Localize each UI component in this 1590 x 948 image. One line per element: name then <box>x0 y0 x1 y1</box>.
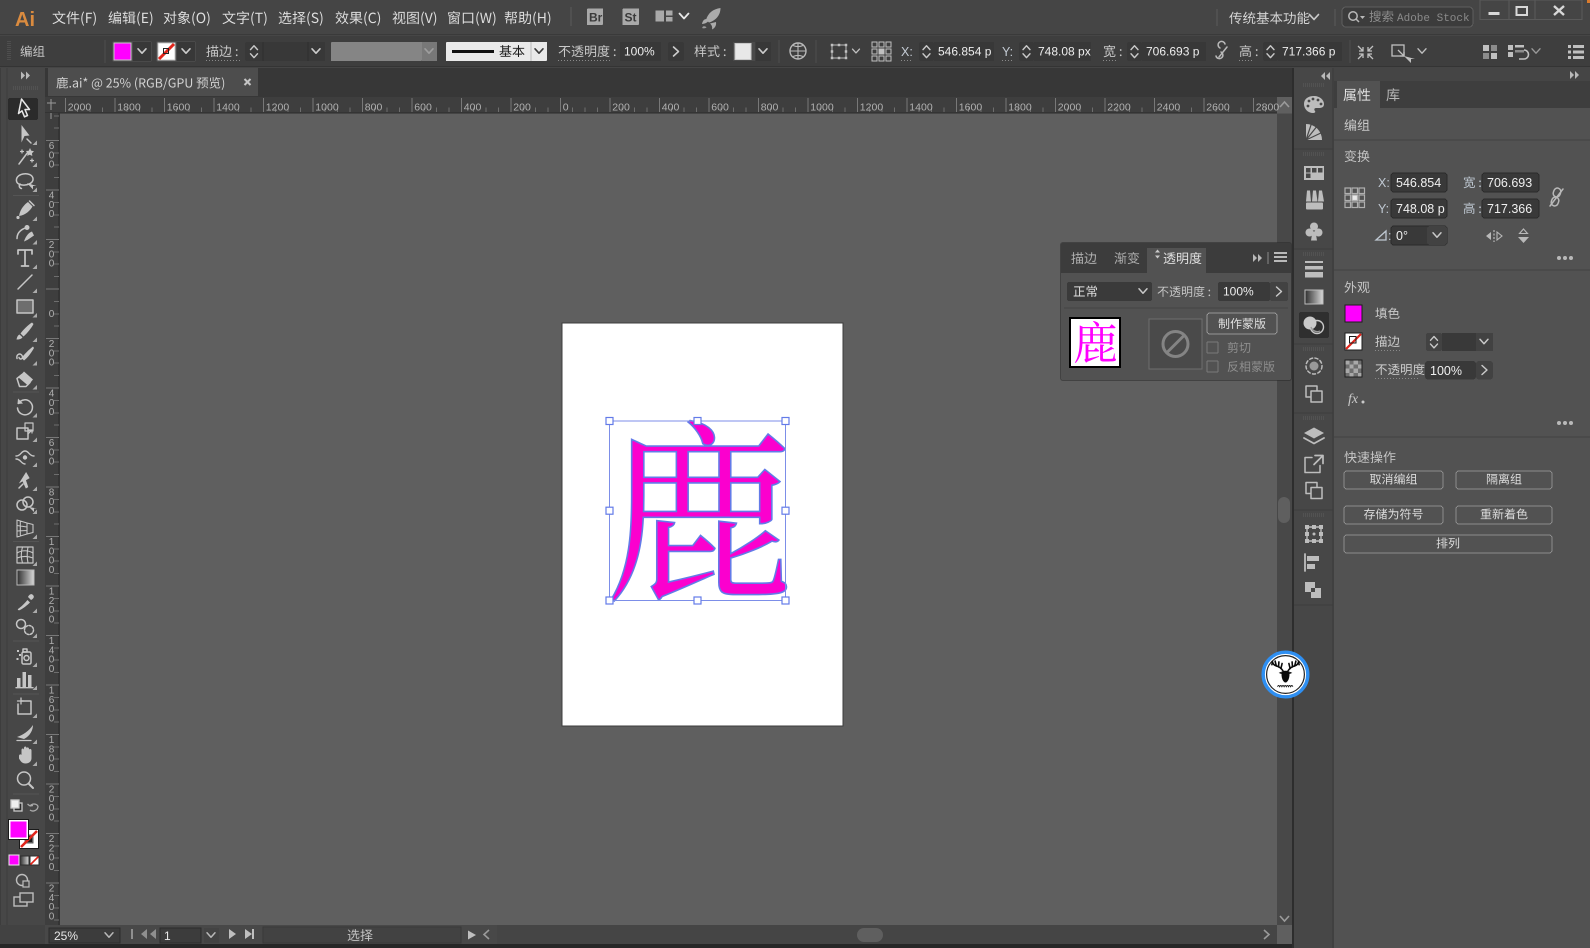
svg-text:200: 200 <box>513 102 531 114</box>
svg-text:0: 0 <box>49 565 55 576</box>
svg-text:Adobe Stock: Adobe Stock <box>1397 13 1470 25</box>
svg-text:1000: 1000 <box>810 102 834 114</box>
svg-text:0: 0 <box>49 911 55 922</box>
svg-text:0: 0 <box>49 506 55 517</box>
svg-text:100%: 100% <box>624 45 655 59</box>
svg-text:2400: 2400 <box>1157 102 1181 114</box>
svg-text:0: 0 <box>49 763 55 774</box>
svg-text:0: 0 <box>49 862 55 873</box>
svg-text:0: 0 <box>49 614 55 625</box>
svg-text:1600: 1600 <box>167 102 191 114</box>
svg-text:400: 400 <box>464 102 482 114</box>
svg-text:546.854 p: 546.854 p <box>938 45 992 59</box>
svg-text:1000: 1000 <box>315 102 339 114</box>
svg-text:Ai: Ai <box>15 9 35 31</box>
svg-text:0: 0 <box>49 812 55 823</box>
svg-text:2000: 2000 <box>1058 102 1082 114</box>
svg-text:1800: 1800 <box>1008 102 1032 114</box>
svg-text:748.08 px: 748.08 px <box>1038 45 1091 59</box>
svg-text:1800: 1800 <box>117 102 141 114</box>
svg-text:200: 200 <box>612 102 630 114</box>
svg-text:0: 0 <box>49 664 55 675</box>
svg-text:fx: fx <box>1348 392 1359 407</box>
svg-text:717.366 p: 717.366 p <box>1282 45 1336 59</box>
svg-text:X:: X: <box>901 45 913 59</box>
svg-text:1200: 1200 <box>266 102 290 114</box>
svg-text:800: 800 <box>761 102 779 114</box>
svg-text:0: 0 <box>563 102 569 114</box>
svg-text:Y:: Y: <box>1378 202 1389 216</box>
svg-text:St: St <box>625 11 637 25</box>
svg-text:748.08 p: 748.08 p <box>1396 202 1445 216</box>
svg-text:1200: 1200 <box>860 102 884 114</box>
svg-text:2000: 2000 <box>68 102 92 114</box>
svg-text:717.366: 717.366 <box>1487 202 1532 216</box>
svg-text:800: 800 <box>365 102 383 114</box>
svg-text:0: 0 <box>49 457 55 468</box>
svg-text:25%: 25% <box>54 929 78 943</box>
svg-text:X:: X: <box>1378 176 1390 190</box>
svg-text:0: 0 <box>49 407 55 418</box>
svg-text:1: 1 <box>164 929 171 943</box>
svg-text:2800: 2800 <box>1256 102 1280 114</box>
svg-text:0: 0 <box>49 259 55 270</box>
svg-text:2200: 2200 <box>1107 102 1131 114</box>
svg-text:0: 0 <box>49 209 55 220</box>
svg-text:0: 0 <box>49 309 55 320</box>
svg-text:0: 0 <box>49 160 55 171</box>
svg-text:1400: 1400 <box>909 102 933 114</box>
svg-text:0: 0 <box>49 713 55 724</box>
svg-text:Y:: Y: <box>1002 45 1013 59</box>
svg-text:546.854: 546.854 <box>1396 176 1441 190</box>
svg-text:1400: 1400 <box>216 102 240 114</box>
svg-text:2600: 2600 <box>1206 102 1230 114</box>
svg-text:600: 600 <box>414 102 432 114</box>
svg-text:1600: 1600 <box>959 102 983 114</box>
svg-text:0°: 0° <box>1396 229 1408 243</box>
svg-text:706.693 p: 706.693 p <box>1146 45 1200 59</box>
svg-text:400: 400 <box>662 102 680 114</box>
svg-text:706.693: 706.693 <box>1487 176 1532 190</box>
svg-text:0: 0 <box>49 358 55 369</box>
svg-text:Br: Br <box>589 11 603 25</box>
svg-text:100%: 100% <box>1430 364 1462 378</box>
svg-text:600: 600 <box>711 102 729 114</box>
svg-text:100%: 100% <box>1223 285 1254 299</box>
